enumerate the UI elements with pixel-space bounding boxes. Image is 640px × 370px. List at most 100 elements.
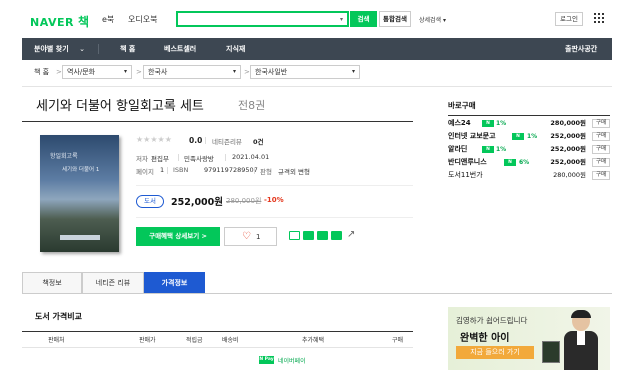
book-volume-count: 전8권 — [238, 99, 266, 112]
breadcrumb-separator: > — [244, 68, 250, 76]
detail-search-link[interactable]: 상세검색 ▾ — [419, 15, 446, 24]
breadcrumb-separator: > — [56, 68, 62, 76]
col-points: 적립금 — [186, 337, 203, 344]
store-name[interactable]: 알라딘 — [448, 143, 467, 156]
main-nav: 분야별 찾기 ⌄ 책 홈 베스트셀러 지식재 출판사공간 — [22, 38, 612, 60]
cover-subtitle: 항일회고록 — [50, 153, 78, 160]
store-price: 252,000원 — [550, 132, 586, 140]
pages-label: 페이지 — [136, 168, 154, 176]
author-label: 저자 — [136, 155, 148, 163]
col-seller: 판매처 — [48, 337, 65, 344]
search-options-icon[interactable]: ▾ — [340, 16, 343, 23]
store-buy-button[interactable]: 구매 — [592, 171, 610, 180]
book-title: 세기와 더불어 항일회고록 세트 — [36, 99, 204, 114]
npay-percent: 1% — [527, 133, 538, 140]
naver-book-logo[interactable]: NAVER 책 — [30, 13, 90, 30]
breadcrumb-home[interactable]: 책 홈 — [34, 66, 49, 79]
breadcrumb-separator: > — [136, 68, 142, 76]
pages-value: 1 — [160, 166, 165, 174]
like-count: 1 — [256, 233, 261, 241]
isbn-value: 9791197289507 — [204, 166, 258, 174]
cover-band — [60, 235, 100, 240]
chevron-down-icon: ▾ — [351, 68, 355, 75]
tab-reviews[interactable]: 네티즌 리뷰 — [82, 272, 144, 293]
chevron-down-icon: ▾ — [232, 68, 236, 75]
npay-percent: 1% — [496, 120, 507, 127]
rating-stars: ★★★★★ — [136, 135, 172, 144]
npay-badge: N Pay — [512, 133, 524, 146]
store-row: 알라딘 N Pay 1% 252,000원 구매 — [448, 143, 610, 159]
divider — [448, 115, 610, 116]
store-buy-button[interactable]: 구매 — [592, 119, 610, 128]
breadcrumb-level-2-label: 한국사 — [148, 68, 168, 76]
divider — [22, 121, 413, 122]
ebook-link[interactable]: e북 — [102, 14, 114, 25]
store-name[interactable]: 인터넷 교보문고 — [448, 130, 496, 143]
talk-share-icon[interactable] — [303, 231, 314, 240]
nav-knowledge[interactable]: 지식재 — [226, 38, 245, 60]
nav-publisher-space[interactable]: 출판사공간 — [565, 38, 597, 60]
divider — [167, 167, 168, 174]
tab-price-info[interactable]: 가격정보 — [144, 272, 205, 293]
store-buy-button[interactable]: 구매 — [592, 158, 610, 167]
store-buy-button[interactable]: 구매 — [592, 145, 610, 154]
breadcrumb-level-3-select[interactable]: 한국사일반 ▾ — [250, 65, 360, 79]
review-count[interactable]: 0건 — [253, 136, 264, 146]
search-input[interactable]: ▾ — [176, 11, 349, 27]
ad-cta-button[interactable]: 지금 들으러 가기 — [456, 346, 534, 359]
nav-divider — [98, 44, 99, 54]
npay-percent: 6% — [519, 159, 530, 166]
store-name[interactable]: 반디앤루니스 — [448, 156, 487, 169]
book-logo-text: 책 — [77, 15, 90, 29]
store-row: 도서11번가 280,000원 구매 — [448, 169, 610, 182]
divider — [225, 154, 226, 161]
divider — [178, 154, 179, 161]
store-buy-button[interactable]: 구매 — [592, 132, 610, 141]
share-icon[interactable]: ↗ — [347, 229, 355, 240]
format-badge: 도서 — [136, 195, 164, 208]
col-benefits: 추가혜택 — [302, 337, 325, 344]
divider — [136, 217, 413, 218]
audiobook-link[interactable]: 오디오북 — [128, 14, 157, 25]
like-button[interactable]: ♡ 1 — [224, 227, 277, 246]
nav-bestseller[interactable]: 베스트셀러 — [164, 38, 196, 60]
book-product-image — [542, 341, 560, 363]
ad-line-1: 김영하가 쉽어드립니다 — [456, 316, 528, 325]
store-name[interactable]: 예스24 — [448, 117, 471, 130]
publisher-link[interactable]: 민족사랑방 — [184, 153, 214, 163]
edition-label: 판형 — [260, 168, 272, 176]
isbn-label: ISBN — [173, 166, 189, 174]
cafe-share-icon[interactable] — [331, 231, 342, 240]
unified-search-button[interactable]: 통합검색 — [379, 11, 411, 27]
divider — [254, 167, 255, 174]
purchase-benefit-button[interactable]: 구매혜택 상세보기 > — [136, 227, 220, 246]
nav-category-finder[interactable]: 분야별 찾기 ⌄ — [34, 38, 85, 60]
direct-purchase-title: 바로구매 — [448, 101, 476, 110]
audiobook-ad-banner[interactable]: 김영하가 쉽어드립니다 완벽한 아이 지금 들으러 가기 — [448, 307, 610, 370]
book-cover-image[interactable]: 항일회고록 세기와 더불어 1 — [40, 135, 119, 252]
chevron-down-icon: ▾ — [123, 68, 127, 75]
tab-book-info[interactable]: 책정보 — [22, 272, 82, 293]
nav-book-home[interactable]: 책 홈 — [120, 38, 135, 60]
band-share-icon[interactable] — [317, 231, 328, 240]
author-photo — [564, 310, 598, 370]
blog-share-icon[interactable] — [289, 231, 300, 240]
apps-grid-icon[interactable] — [594, 13, 604, 23]
original-price: 280,000원 — [226, 197, 262, 205]
breadcrumb-level-2-select[interactable]: 한국사 ▾ — [143, 65, 241, 79]
login-button[interactable]: 로그인 — [555, 12, 583, 26]
divider — [136, 185, 413, 186]
store-name[interactable]: 도서11번가 — [448, 169, 483, 182]
store-row: 인터넷 교보문고 N Pay 1% 252,000원 구매 — [448, 130, 610, 146]
search-button[interactable]: 검색 — [350, 11, 377, 27]
author-link[interactable]: 편집부 — [151, 153, 169, 163]
publish-date: 2021.04.01 — [232, 153, 270, 161]
breadcrumb-level-1-select[interactable]: 역사/문화 ▾ — [62, 65, 132, 79]
npay-benefit-link[interactable]: 네이버페이 — [278, 356, 306, 365]
review-label[interactable]: 네티즌리뷰 — [212, 136, 242, 146]
chevron-down-icon: ⌄ — [79, 45, 85, 53]
price-compare-title: 도서 가격비교 — [35, 312, 82, 321]
npay-badge: N Pay — [259, 356, 274, 364]
divider — [22, 86, 612, 87]
nav-category-finder-label: 분야별 찾기 — [34, 45, 69, 53]
